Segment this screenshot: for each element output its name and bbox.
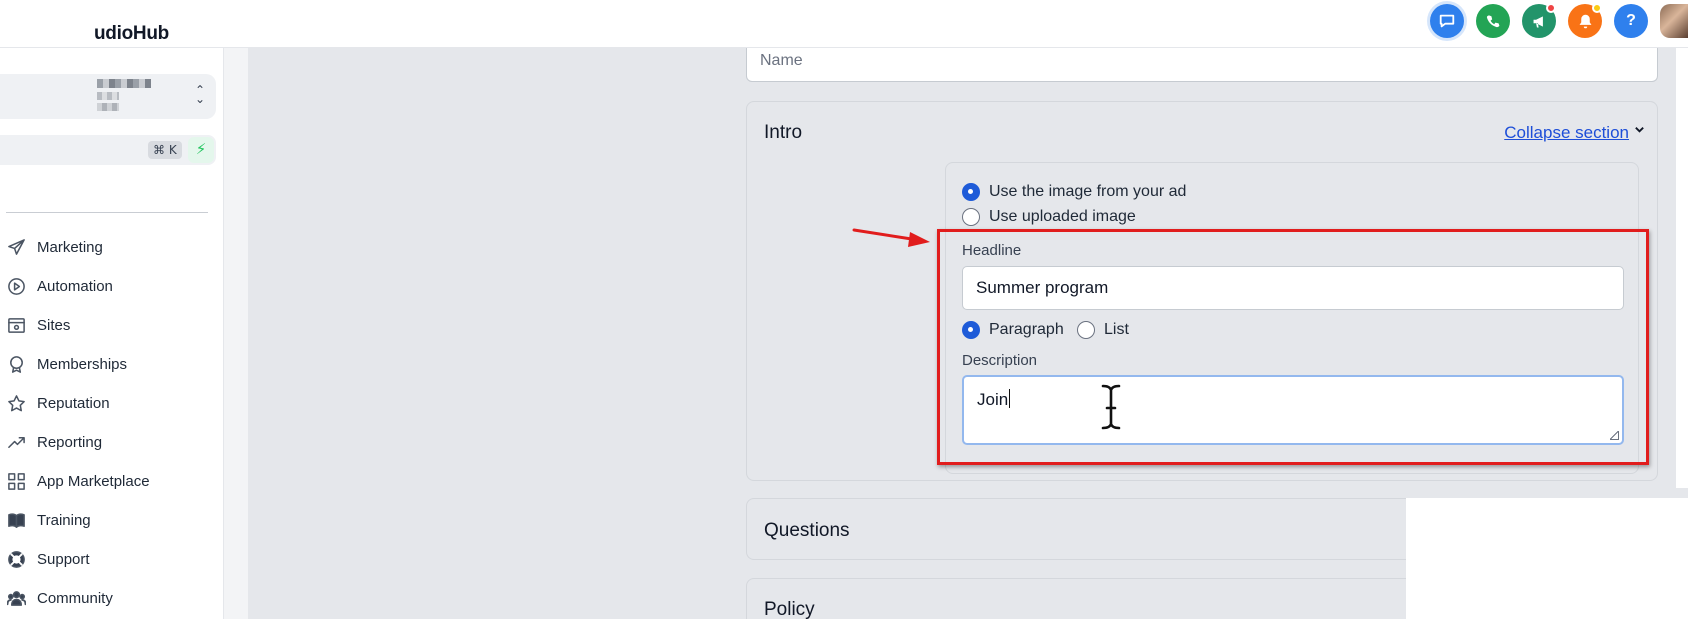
sidebar-item-label: App Marketplace [37, 473, 150, 490]
megaphone-icon[interactable] [1522, 3, 1556, 38]
help-icon[interactable]: ? [1614, 4, 1648, 38]
radio-unselected[interactable] [962, 208, 980, 226]
chat-icon[interactable] [1430, 4, 1464, 38]
sidebar-item-label: Training [37, 512, 91, 529]
redacted-account-detail [97, 103, 119, 111]
sidebar-item-label: Community [37, 590, 113, 607]
help-label: ? [1626, 12, 1636, 29]
header-actions: ? [1430, 3, 1688, 38]
sidebar-item-sites[interactable]: Sites [0, 306, 224, 345]
section-title: Questions [764, 520, 850, 541]
notification-dot [1592, 3, 1602, 13]
notification-dot [1546, 3, 1556, 13]
top-bar: udioHub ? [0, 0, 1688, 48]
quick-search[interactable]: ⌘ K ⚡ [0, 135, 216, 165]
sidebar-item-memberships[interactable]: Memberships [0, 345, 224, 384]
overlay-panel [1406, 498, 1688, 619]
collapse-section-link[interactable]: Collapse section [1504, 123, 1629, 143]
name-field[interactable]: Name [746, 46, 1658, 82]
annotation-highlight-box [937, 229, 1649, 465]
sidebar: ⌃ ⌄ ⌘ K ⚡ Marketing Automation Sites Memb… [0, 48, 224, 619]
sidebar-item-label: Automation [37, 278, 113, 295]
radio-uploaded-image[interactable]: Use uploaded image [962, 208, 1136, 226]
radio-label: Use uploaded image [989, 208, 1136, 225]
scrollbar[interactable] [1676, 48, 1688, 488]
sidebar-item-reputation[interactable]: Reputation [0, 384, 224, 423]
annotation-arrow-icon [852, 228, 930, 247]
sidebar-item-support[interactable]: Support [0, 540, 224, 579]
sidebar-item-community[interactable]: Community [0, 579, 224, 618]
account-switcher[interactable]: ⌃ ⌄ [0, 74, 216, 119]
sidebar-item-label: Reputation [37, 395, 110, 412]
search-shortcut: ⌘ K [148, 141, 182, 159]
avatar[interactable] [1660, 4, 1688, 38]
sidebar-item-label: Support [37, 551, 90, 568]
redacted-account-detail [97, 92, 119, 100]
radio-label: Use the image from your ad [989, 183, 1187, 200]
brand-logo[interactable]: udioHub [94, 23, 169, 45]
section-title: Policy [764, 599, 815, 619]
sidebar-divider [6, 212, 208, 213]
grid-icon [6, 472, 26, 492]
browser-icon [6, 316, 26, 336]
questions-section[interactable]: Questions [746, 498, 1406, 560]
award-icon [6, 355, 26, 375]
sidebar-item-label: Marketing [37, 239, 103, 256]
sidebar-item-label: Memberships [37, 356, 128, 373]
app-window: udioHub ? ⌃ ⌄ ⌘ K ⚡ Marketing Automation… [0, 0, 1688, 619]
chevron-down-icon[interactable] [1634, 123, 1645, 138]
lifebuoy-icon [6, 550, 26, 570]
radio-image-from-ad[interactable]: Use the image from your ad [962, 183, 1186, 201]
bell-icon[interactable] [1568, 3, 1602, 38]
sidebar-nav: Marketing Automation Sites Memberships R… [0, 228, 224, 618]
sidebar-item-automation[interactable]: Automation [0, 267, 224, 306]
trend-icon [6, 433, 26, 453]
star-icon [6, 394, 26, 414]
redacted-account-name [97, 79, 151, 88]
sidebar-item-app-marketplace[interactable]: App Marketplace [0, 462, 224, 501]
lightning-icon[interactable]: ⚡ [188, 137, 214, 163]
sidebar-item-reporting[interactable]: Reporting [0, 423, 224, 462]
section-title: Intro [764, 122, 803, 143]
chevron-up-down-icon: ⌃ ⌄ [194, 83, 206, 106]
phone-icon[interactable] [1476, 4, 1510, 38]
policy-section[interactable]: Policy [746, 578, 1406, 619]
radio-selected[interactable] [962, 183, 980, 201]
users-icon [6, 589, 26, 609]
sidebar-item-marketing[interactable]: Marketing [0, 228, 224, 267]
send-icon [6, 238, 26, 258]
play-circle-icon [6, 277, 26, 297]
sidebar-item-training[interactable]: Training [0, 501, 224, 540]
book-icon [6, 511, 26, 531]
sidebar-item-label: Reporting [37, 434, 103, 451]
sidebar-item-label: Sites [37, 317, 71, 334]
